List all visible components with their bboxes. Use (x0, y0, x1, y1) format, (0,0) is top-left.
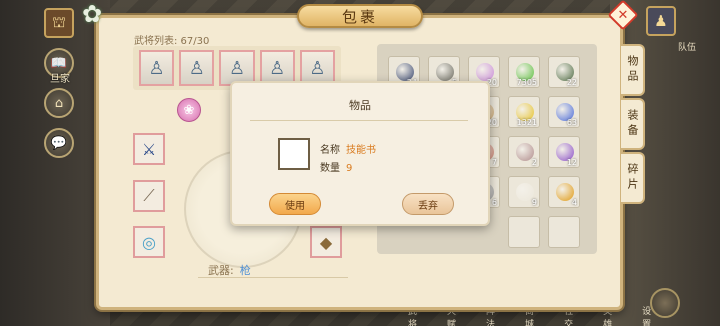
dialog-title: 物品 (349, 99, 371, 112)
inventory-slot[interactable]: 63 (548, 96, 580, 128)
weapon-value: 枪 (239, 264, 251, 277)
close-icon: ✕ (617, 7, 629, 23)
tab-fragments[interactable]: 碎片 (621, 152, 645, 204)
inventory-slot[interactable]: 1321 (508, 96, 540, 128)
item-count: 6 (491, 198, 497, 207)
hero-slot[interactable]: ♙ (179, 50, 215, 86)
item-count: 12 (566, 158, 577, 167)
inventory-slot[interactable]: 7305 (508, 56, 540, 88)
inventory-slot[interactable]: 4 (548, 176, 580, 208)
inventory-slot[interactable]: 22 (548, 56, 580, 88)
inventory-slot[interactable]: 2 (508, 136, 540, 168)
house-icon[interactable]: ⌂ (44, 88, 74, 118)
inventory-slot-empty[interactable] (508, 216, 540, 248)
skill-equip-slot[interactable]: ⚔ (133, 133, 165, 165)
flower-icon: ✿ (82, 0, 103, 28)
chat-icon[interactable]: 💬 (44, 128, 74, 158)
item-count: 7305 (516, 78, 537, 87)
weapon-label: 武器: (208, 264, 234, 277)
lotus-icon[interactable]: ❀ (177, 98, 201, 122)
castle-icon[interactable]: ⛫ (44, 8, 74, 38)
weapon-row: 武器: 枪 (208, 262, 251, 278)
quantity-label: 数量 (320, 163, 340, 174)
item-dialog: 物品 名称 技能书 数量 9 使用 丢弃 (230, 81, 490, 226)
bottom-menu: 武将 天赋 阵法 商城 社交 英雄 设置 (380, 307, 651, 326)
roster-label: 武将列表: 67/30 (134, 36, 210, 47)
panel-title: 包裹 (297, 4, 423, 28)
settings-round-button[interactable] (650, 288, 680, 318)
team-label: 队伍 (677, 43, 696, 53)
divider (250, 120, 468, 121)
name-row: 名称 技能书 (320, 141, 376, 156)
item-count: 63 (566, 118, 577, 127)
name-value: 技能书 (346, 145, 376, 156)
item-count: 7 (491, 158, 497, 167)
item-count: 22 (566, 78, 577, 87)
item-count: 1321 (516, 118, 537, 127)
inventory-slot[interactable]: 12 (548, 136, 580, 168)
use-button[interactable]: 使用 (269, 193, 321, 215)
tab-equipment[interactable]: 装备 (621, 98, 645, 150)
menu-label: 旦家 (50, 74, 70, 85)
orb-equip-slot[interactable]: ◎ (133, 226, 165, 258)
accessory-equip-slot[interactable]: ◆ (310, 226, 342, 258)
inventory-slot-empty[interactable] (548, 216, 580, 248)
inventory-slot[interactable]: 9 (508, 176, 540, 208)
team-icon[interactable]: ♟ (646, 6, 676, 36)
divider (198, 277, 348, 278)
item-count: 4 (571, 198, 577, 207)
quantity-row: 数量 9 (320, 159, 352, 174)
name-label: 名称 (320, 145, 340, 156)
item-icon-box (278, 138, 310, 170)
quantity-value: 9 (346, 163, 353, 174)
item-count: 2 (531, 158, 537, 167)
hero-slot[interactable]: ♙ (139, 50, 175, 86)
tab-items[interactable]: 物品 (621, 44, 645, 96)
spear-equip-slot[interactable]: ⟋ (133, 180, 165, 212)
item-count: 9 (531, 198, 537, 207)
drop-button[interactable]: 丢弃 (402, 193, 454, 215)
